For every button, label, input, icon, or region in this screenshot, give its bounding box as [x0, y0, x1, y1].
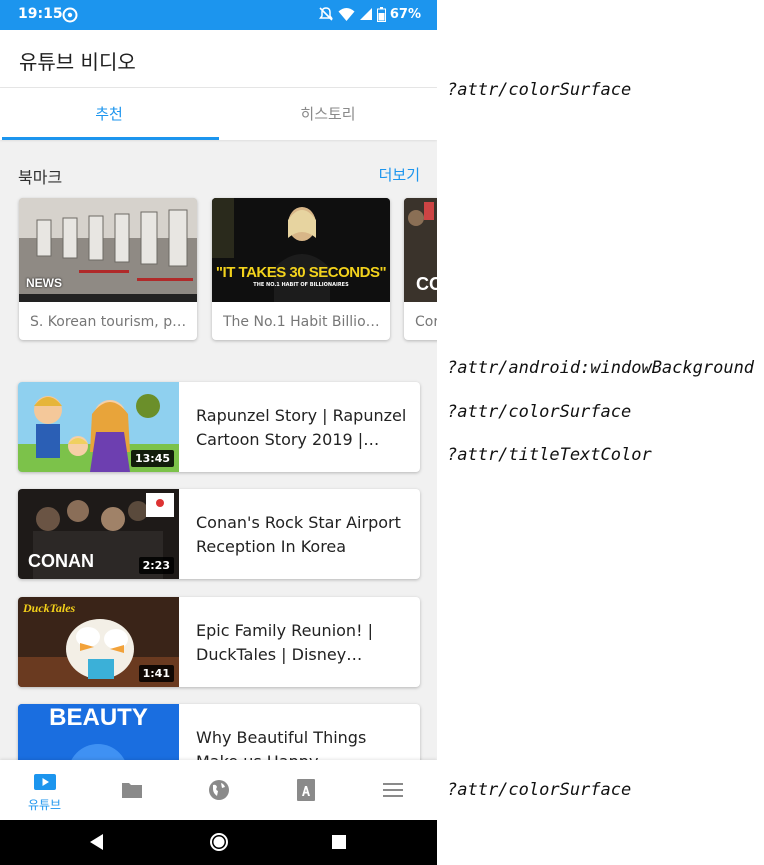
bookmark-thumbnail: NEWS: [19, 198, 197, 302]
annotation-card-surface: ?attr/colorSurface: [447, 402, 632, 422]
menu-icon: [382, 783, 403, 797]
system-navigation-bar: [0, 820, 437, 865]
video-thumb-caption: DuckTales: [23, 601, 76, 615]
tab-history[interactable]: 히스토리: [219, 88, 437, 140]
tab-recommend[interactable]: 추천: [0, 88, 218, 140]
phone-screen: 19:15 67% 유튜브 비디오 추천 히스토리 북마크 더보기 NEWS S…: [0, 0, 437, 865]
video-thumbnail: CONAN 2:23: [18, 489, 179, 579]
bookmarks-more-button[interactable]: 더보기: [379, 164, 420, 185]
video-list-item[interactable]: CONAN 2:23 Conan's Rock Star Airport Rec…: [18, 489, 420, 579]
bookmark-thumbnail: CO: [404, 198, 437, 302]
bookmark-card[interactable]: "IT TAKES 30 SECONDS" THE NO.1 HABIT OF …: [212, 198, 390, 340]
video-thumb-caption: CONAN: [28, 551, 94, 571]
nav-item-document[interactable]: [262, 760, 349, 820]
recents-icon[interactable]: [331, 834, 347, 850]
video-list-item[interactable]: 13:45 Rapunzel Story | Rapunzel Cartoon …: [18, 382, 420, 472]
home-icon[interactable]: [209, 832, 229, 852]
bookmark-thumb-caption: "IT TAKES 30 SECONDS": [215, 264, 387, 281]
bookmark-card[interactable]: NEWS S. Korean tourism, pet…: [19, 198, 197, 340]
globe-icon: [208, 780, 229, 800]
status-icons: 67%: [318, 6, 421, 22]
video-thumbnail: 13:45: [18, 382, 179, 472]
nav-item-folder[interactable]: [88, 760, 175, 820]
bookmark-thumb-subcaption: THE NO.1 HABIT OF BILLIONAIRES: [253, 282, 349, 288]
video-duration: 1:41: [138, 665, 174, 682]
nav-item-label: 유튜브: [27, 798, 62, 812]
video-list-item[interactable]: DuckTales 1:41 Epic Family Reunion! | Du…: [18, 597, 420, 687]
wifi-icon: [338, 7, 355, 21]
app-notification-icon: [62, 7, 78, 23]
battery-percent: 67%: [389, 6, 421, 22]
nav-item-youtube[interactable]: 유튜브: [1, 760, 88, 820]
annotation-bottom-nav-surface: ?attr/colorSurface: [447, 780, 632, 800]
bookmarks-title: 북마크: [18, 168, 63, 187]
document-font-icon: [296, 779, 315, 801]
bookmark-title: S. Korean tourism, pet…: [30, 314, 189, 330]
nav-item-web[interactable]: [175, 760, 262, 820]
status-bar: 19:15 67%: [0, 0, 437, 30]
bookmark-thumb-caption: NEWS: [26, 276, 62, 290]
status-time: 19:15: [18, 6, 63, 22]
bookmark-thumbnail: "IT TAKES 30 SECONDS" THE NO.1 HABIT OF …: [212, 198, 390, 302]
app-bar: 유튜브 비디오: [0, 30, 437, 88]
tab-bar: 추천 히스토리: [0, 88, 437, 140]
folder-icon: [121, 783, 142, 798]
play-icon: [33, 774, 56, 790]
bookmark-thumb-caption: CO: [416, 274, 437, 294]
bookmark-title: The No.1 Habit Billion…: [223, 314, 382, 330]
video-duration: 2:23: [138, 557, 174, 574]
video-title: Conan's Rock Star Airport Reception In K…: [196, 513, 401, 556]
signal-icon: [359, 8, 372, 20]
annotation-title-text-color: ?attr/titleTextColor: [447, 445, 652, 465]
video-thumbnail: DuckTales 1:41: [18, 597, 179, 687]
bookmark-title: Cor: [415, 314, 437, 330]
annotation-window-background: ?attr/android:windowBackground: [447, 358, 755, 378]
bottom-navigation: 유튜브: [0, 760, 437, 820]
back-icon[interactable]: [88, 833, 106, 851]
battery-icon: [376, 6, 386, 22]
video-thumb-caption: BEAUTY: [49, 704, 148, 731]
annotation-app-bar: ?attr/colorSurface: [447, 80, 632, 100]
bookmarks-section: 북마크 더보기 NEWS S. Korean tourism, pet… "IT…: [0, 140, 437, 350]
bookmark-card[interactable]: CO Cor: [404, 198, 437, 340]
page-title: 유튜브 비디오: [19, 50, 136, 74]
mute-icon: [318, 7, 333, 21]
nav-item-menu[interactable]: [349, 760, 436, 820]
video-title: Rapunzel Story | Rapunzel Cartoon Story …: [196, 406, 407, 449]
video-title: Epic Family Reunion! | DuckTales | Disne…: [196, 621, 373, 664]
video-duration: 13:45: [130, 450, 174, 467]
